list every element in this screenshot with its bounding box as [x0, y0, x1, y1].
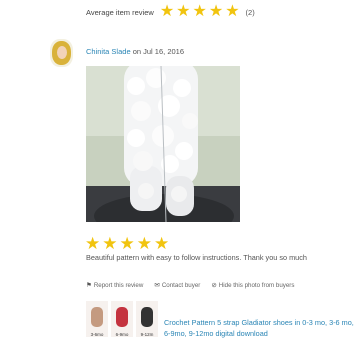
average-review-row: Average item review ★ ★ ★ ★ ★ (2) — [86, 2, 255, 22]
review-text: Beautiful pattern with easy to follow in… — [86, 253, 307, 262]
review-photo[interactable] — [86, 66, 240, 222]
review-actions: ⚑ Report this review ✉ Contact buyer ⊘ H… — [86, 281, 295, 290]
star-icon: ★ — [225, 3, 240, 20]
shoe-image — [116, 307, 128, 327]
flag-icon: ⚑ — [86, 282, 92, 289]
average-review-label: Average item review — [86, 7, 154, 17]
star-icon: ★ — [159, 3, 175, 20]
star-icon: ★ — [176, 3, 191, 20]
thumbnail-size-label: 6-9mo — [115, 332, 129, 337]
product-title-link[interactable]: Crochet Pattern 5 strap Gladiator shoes … — [164, 317, 360, 339]
report-review-link[interactable]: ⚑ Report this review — [86, 281, 144, 290]
review-rating-stars: ★ ★ ★ ★ ★ — [85, 235, 169, 252]
hide-photo-icon: ⊘ — [211, 282, 217, 289]
star-icon: ★ — [208, 3, 224, 20]
reviewer-line: Chinita Slade on Jul 16, 2016 — [86, 47, 184, 56]
review-date: Jul 16, 2016 — [143, 47, 185, 56]
thumbnail-tile: 3-6mo — [86, 301, 108, 337]
product-thumbnail[interactable]: 3-6mo 6-9mo 9-12m — [86, 301, 158, 337]
star-icon: ★ — [85, 234, 101, 253]
hide-photo-label: Hide this photo from buyers — [218, 281, 295, 289]
shoe-image — [141, 307, 153, 327]
star-icon: ★ — [154, 234, 170, 253]
thumbnail-size-label: 3-6mo — [90, 332, 104, 337]
reviewer-avatar[interactable] — [50, 39, 73, 67]
star-icon: ★ — [136, 234, 152, 253]
thumbnail-tile: 9-12m — [136, 301, 158, 337]
contact-buyer-label: Contact buyer — [161, 281, 201, 289]
thumbnail-tile: 6-9mo — [111, 301, 133, 337]
star-icon: ★ — [102, 234, 118, 253]
star-icon: ★ — [192, 3, 207, 20]
thumbnail-size-label: 9-12m — [140, 332, 154, 337]
shoe-image — [91, 307, 103, 327]
reviewer-name-link[interactable]: Chinita Slade — [86, 47, 131, 56]
report-review-label: Report this review — [93, 281, 144, 289]
review-count: (2) — [245, 7, 255, 17]
hide-photo-link[interactable]: ⊘ Hide this photo from buyers — [211, 281, 295, 290]
review-date-prefix: on — [130, 47, 144, 56]
average-rating-stars: ★ ★ ★ ★ ★ — [160, 4, 240, 20]
contact-buyer-link[interactable]: ✉ Contact buyer — [154, 281, 201, 290]
message-icon: ✉ — [154, 282, 160, 289]
review-photo-image — [86, 66, 240, 222]
star-icon: ★ — [119, 234, 135, 253]
